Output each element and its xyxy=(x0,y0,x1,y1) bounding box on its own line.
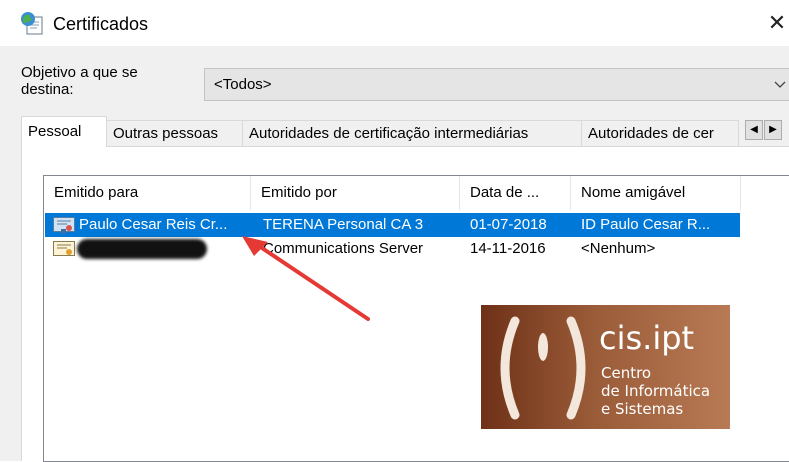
tab-autoridades-raiz[interactable]: Autoridades de cer xyxy=(581,120,739,146)
cell-issued-by: TERENA Personal CA 3 xyxy=(263,216,424,233)
purpose-label: Objetivo a que se destina: xyxy=(21,64,138,98)
logo-line-3: e Sistemas xyxy=(601,400,684,418)
logo-line-2: de Informática xyxy=(601,382,711,400)
tab-scroll-right-button[interactable]: ▶ xyxy=(764,120,782,140)
column-friendly-name[interactable]: Nome amigável xyxy=(571,176,741,210)
cell-date: 01-07-2018 xyxy=(470,216,547,233)
cell-friendly-name: <Nenhum> xyxy=(581,240,656,257)
tab-scroll-left-button[interactable]: ◀ xyxy=(745,120,763,140)
cell-issued-to: Paulo Cesar Reis Cr... xyxy=(79,216,228,233)
column-expiration-date[interactable]: Data de ... xyxy=(460,176,571,210)
column-issued-by[interactable]: Emitido por xyxy=(251,176,460,210)
certificate-app-icon xyxy=(21,12,43,35)
tab-strip: Pessoal Outras pessoas Autoridades de ce… xyxy=(21,116,789,147)
certificate-icon xyxy=(53,217,75,234)
cis-ipt-logo: cis.ipt Centro de Informática e Sistemas xyxy=(481,305,730,429)
logo-mark-icon xyxy=(500,316,586,420)
tab-pessoal[interactable]: Pessoal xyxy=(21,116,107,147)
table-row[interactable]: Communications Server 14-11-2016 <Nenhum… xyxy=(45,237,740,261)
chevron-down-icon xyxy=(774,81,786,88)
certificate-icon xyxy=(53,241,75,256)
cell-issued-by: Communications Server xyxy=(263,240,424,257)
window-title: Certificados xyxy=(53,14,149,34)
purpose-selected-value: <Todos> xyxy=(214,76,272,93)
cell-date: 14-11-2016 xyxy=(470,240,546,257)
redaction-mark xyxy=(77,239,207,259)
table-row[interactable]: Paulo Cesar Reis Cr... TERENA Personal C… xyxy=(45,213,740,237)
logo-line-1: Centro xyxy=(601,364,652,382)
cell-friendly-name: ID Paulo Cesar R... xyxy=(581,216,711,233)
purpose-select[interactable]: <Todos> xyxy=(204,68,789,101)
column-issued-to[interactable]: Emitido para xyxy=(44,176,251,210)
title-bar: Certificados ✕ xyxy=(0,0,789,46)
tab-autoridades-intermediarias[interactable]: Autoridades de certificação intermediári… xyxy=(242,120,582,146)
close-button[interactable]: ✕ xyxy=(765,8,789,38)
tab-outras-pessoas[interactable]: Outras pessoas xyxy=(106,120,243,146)
logo-brand: cis.ipt xyxy=(599,319,695,357)
